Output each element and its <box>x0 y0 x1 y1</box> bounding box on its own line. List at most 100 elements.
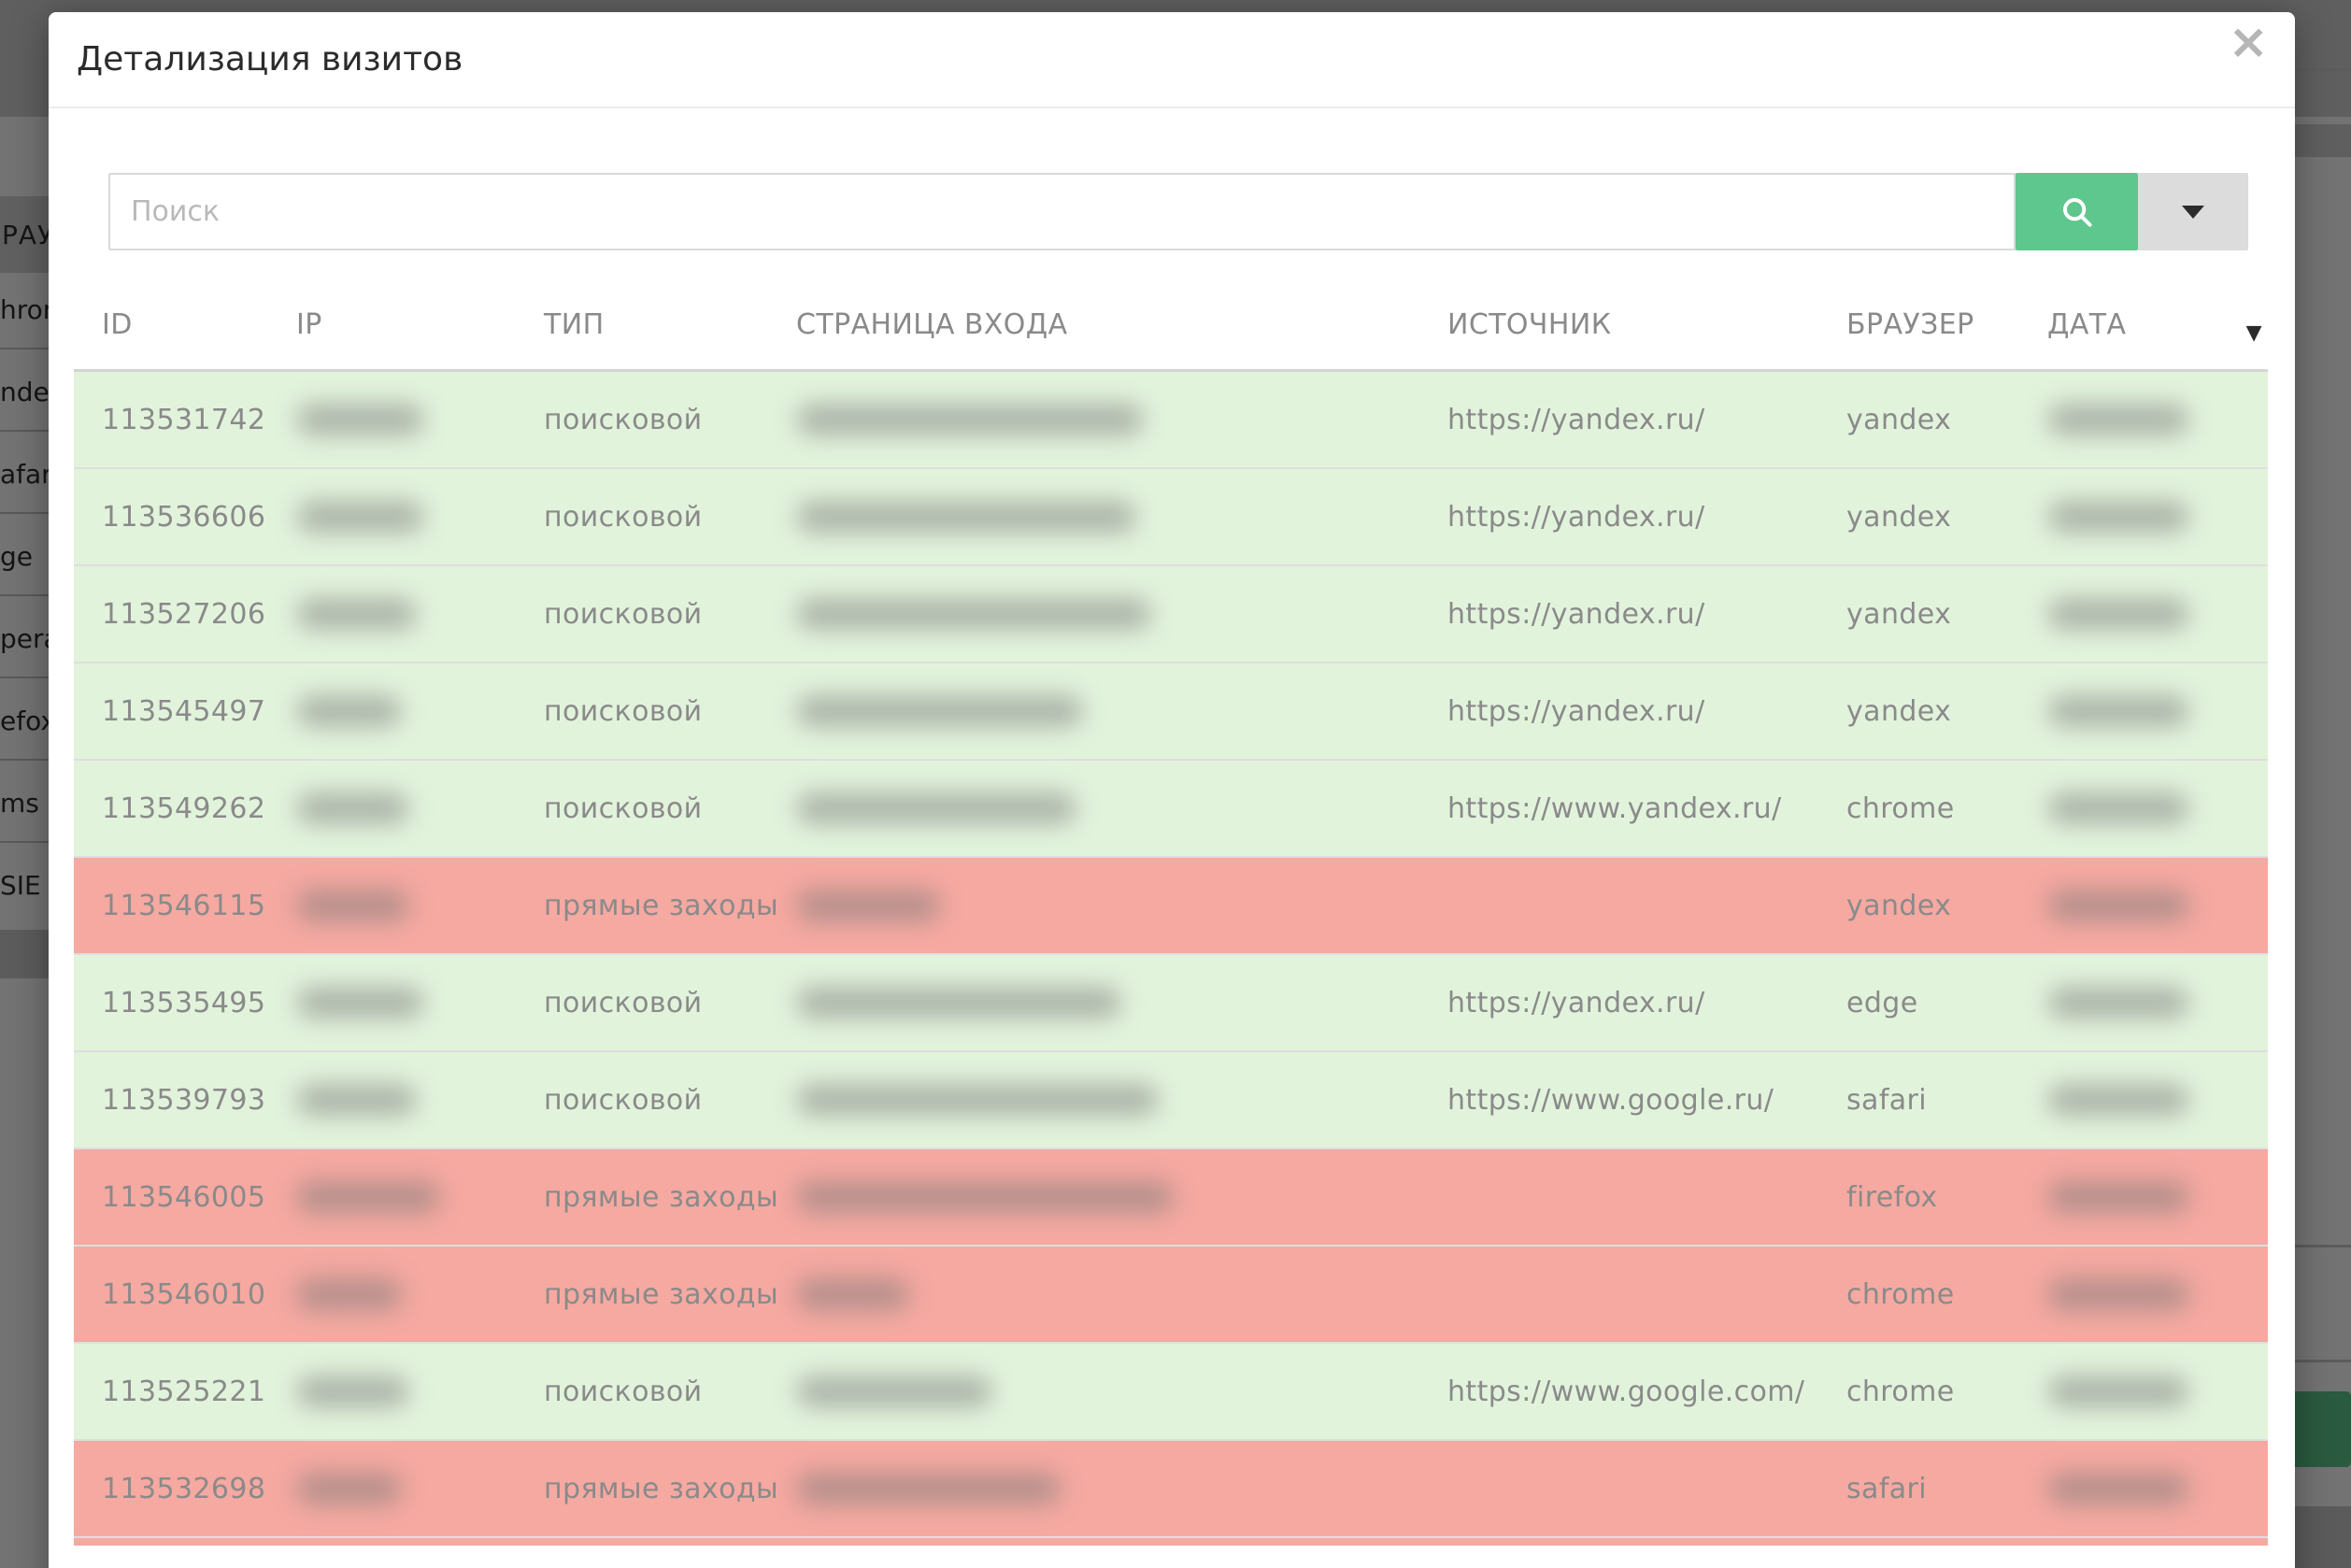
cell-id: 113531742 <box>74 372 268 467</box>
search-button[interactable] <box>2016 173 2138 250</box>
row-type: поисковой <box>544 1084 703 1117</box>
column-header-entry-page[interactable]: СТРАНИЦА ВХОДА <box>768 308 1419 369</box>
redacted-date-blur <box>2047 404 2189 435</box>
cell-source <box>1419 1247 1818 1342</box>
cell-id: 113525221 <box>74 1344 268 1439</box>
row-id: 113546115 <box>102 890 265 922</box>
table-body: 113531742 поисковой https://yandex.ru/yand… <box>74 372 2268 1546</box>
cell-ip <box>268 1247 516 1342</box>
redacted-date-blur <box>2047 987 2189 1019</box>
redacted-page-blur <box>796 792 1076 824</box>
cell-id: 113539793 <box>74 1052 268 1147</box>
cell-type: поисковой <box>516 1052 768 1147</box>
cell-date <box>2019 1247 2268 1342</box>
redacted-page-blur <box>796 1473 1061 1504</box>
row-browser: edge <box>1846 987 1918 1019</box>
column-header-source[interactable]: ИСТОЧНИК <box>1419 308 1818 369</box>
cell-ip <box>268 1344 516 1439</box>
cell-type: прямые заходы <box>516 858 768 953</box>
modal-title: Детализация визитов <box>77 40 463 78</box>
search-icon <box>2059 194 2095 230</box>
column-header-type[interactable]: ТИП <box>516 308 768 369</box>
row-browser: chrome <box>1846 1278 1955 1311</box>
row-source: https://www.google.ru/ <box>1447 1084 1774 1117</box>
cell-source: https://www.google.ru/ <box>1419 1052 1818 1147</box>
row-browser: yandex <box>1846 598 1951 631</box>
column-header-ip[interactable]: IP <box>268 308 516 369</box>
column-header-browser[interactable]: БРАУЗЕР <box>1818 308 2019 369</box>
row-source: https://yandex.ru/ <box>1447 695 1705 728</box>
redacted-ip-blur <box>296 1084 417 1116</box>
search-options-dropdown-button[interactable] <box>2138 173 2248 250</box>
cell-ip <box>268 1149 516 1245</box>
search-input[interactable] <box>108 173 2016 250</box>
cell-type: поисковой <box>516 955 768 1050</box>
cell-id: 113532698 <box>74 1441 268 1536</box>
cell-type: прямые заходы <box>516 1441 768 1536</box>
redacted-page-blur <box>796 987 1121 1019</box>
table-row: 113546010прямые заходыchrome <box>74 1247 2268 1344</box>
cell-browser: yandex <box>1818 372 2019 467</box>
cell-id: 113546115 <box>74 858 268 953</box>
table-row-partial <box>74 1538 2268 1546</box>
redacted-page-blur <box>796 695 1083 727</box>
cell-id: 113527206 <box>74 566 268 662</box>
column-header-date[interactable]: ДАТА ▼ <box>2019 308 2268 369</box>
row-id: 113535495 <box>102 987 265 1019</box>
column-header-date-label: ДАТА <box>2047 308 2126 341</box>
row-id: 113531742 <box>102 404 265 436</box>
row-source: https://www.yandex.ru/ <box>1447 792 1782 825</box>
row-source: https://yandex.ru/ <box>1447 501 1705 534</box>
row-id: 113546005 <box>102 1181 265 1214</box>
screenshot-stage: РАУ hromndeafarigeperaefoxmsSIE Детализа… <box>0 0 2351 1568</box>
table-row: 113536606поисковойhttps://yandex.ru/yand… <box>74 469 2268 566</box>
cell-entry-page <box>768 1441 1419 1536</box>
sort-desc-icon[interactable]: ▼ <box>2246 321 2262 345</box>
cell-date <box>2019 663 2268 759</box>
table-row: 113525221поисковойhttps://www.google.com… <box>74 1344 2268 1441</box>
redacted-ip-blur <box>296 1376 409 1407</box>
cell-ip <box>268 1052 516 1147</box>
redacted-ip-blur <box>296 404 424 435</box>
search-group <box>108 173 2248 250</box>
cell-id: 113536606 <box>74 469 268 564</box>
row-id: 113539793 <box>102 1084 265 1117</box>
row-source: https://www.google.com/ <box>1447 1376 1804 1408</box>
table-row: 113527206поисковойhttps://yandex.ru/yand… <box>74 566 2268 663</box>
cell-date <box>2019 1149 2268 1245</box>
cell-source: https://www.google.com/ <box>1419 1344 1818 1439</box>
row-browser: firefox <box>1846 1181 1938 1214</box>
row-type: поисковой <box>544 987 703 1019</box>
modal-body: ID IP ТИП СТРАНИЦА ВХОДА ИСТОЧНИК БРАУЗЕ… <box>49 173 2295 1546</box>
cell-source <box>1419 1441 1818 1536</box>
cell-id: 113545497 <box>74 663 268 759</box>
cell-browser: yandex <box>1818 566 2019 662</box>
cell-entry-page <box>768 1052 1419 1147</box>
cell-source: https://yandex.ru/ <box>1419 469 1818 564</box>
cell-entry-page <box>768 1149 1419 1245</box>
row-browser: safari <box>1846 1473 1927 1505</box>
row-type: прямые заходы <box>544 1473 778 1505</box>
row-type: поисковой <box>544 695 703 728</box>
redacted-page-blur <box>796 598 1151 630</box>
cell-source: https://yandex.ru/ <box>1419 955 1818 1050</box>
cell-type: прямые заходы <box>516 1247 768 1342</box>
redacted-page-blur <box>796 404 1144 435</box>
redacted-date-blur <box>2047 501 2189 533</box>
redacted-date-blur <box>2047 890 2189 921</box>
table-row: 113546115прямые заходыyandex <box>74 858 2268 955</box>
cell-date <box>2019 858 2268 953</box>
cell-browser: chrome <box>1818 1247 2019 1342</box>
cell-ip <box>268 1441 516 1536</box>
cell-type: поисковой <box>516 663 768 759</box>
row-id: 113549262 <box>102 792 265 825</box>
cell-type: прямые заходы <box>516 1149 768 1245</box>
cell-ip <box>268 858 516 953</box>
redacted-date-blur <box>2047 1376 2189 1407</box>
redacted-ip-blur <box>296 695 402 727</box>
table-row: 113539793 поисковой https://www.google.ru/… <box>74 1052 2268 1149</box>
column-header-id[interactable]: ID <box>74 308 268 369</box>
redacted-page-blur <box>796 1084 1159 1116</box>
row-id: 113536606 <box>102 501 265 534</box>
close-button[interactable]: × <box>2224 14 2273 70</box>
